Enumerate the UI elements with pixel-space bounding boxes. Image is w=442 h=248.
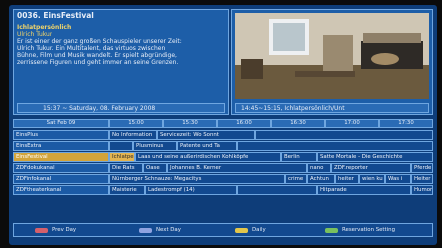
program-cell[interactable]: nano: [307, 163, 331, 173]
program-cell[interactable]: Die Rats: [109, 163, 143, 173]
program-cell[interactable]: Plusminus: [133, 141, 177, 151]
program-cell[interactable]: Humor: [411, 185, 433, 195]
description-line: Bühne, Film und Musik wandelt. Er spielt…: [17, 52, 177, 59]
channel-name[interactable]: EinsExtra: [13, 141, 109, 151]
legend-daily[interactable]: Daily: [252, 227, 266, 233]
channel-name[interactable]: EinsPlus: [13, 130, 109, 140]
description-line: Ulrich Tukur. Ein Multitalent, das virtu…: [17, 45, 166, 52]
program-cell[interactable]: ZDF.reporter: [331, 163, 411, 173]
program-cell[interactable]: wien ku: [359, 174, 385, 184]
program-cell[interactable]: Laas und seine außerirdischen Kohlköpfe: [135, 152, 281, 162]
program-cell-selected[interactable]: Ichlatper: [109, 152, 135, 162]
program-cell[interactable]: Oase: [143, 163, 167, 173]
time-slot: 17:30: [379, 119, 433, 128]
legend-reservation-setting[interactable]: Reservation Setting: [342, 227, 395, 233]
green-button-icon: [325, 228, 338, 233]
program-cell[interactable]: Achtun: [307, 174, 335, 184]
program-cell[interactable]: Nürnberger Schnauze: Megacitys: [109, 174, 285, 184]
program-cell[interactable]: Maisterie: [109, 185, 145, 195]
blue-button-icon: [139, 228, 152, 233]
program-cell[interactable]: [237, 185, 317, 195]
tv-bezel: 0036. EinsFestival Ichlatpersönlich Ulri…: [0, 0, 442, 248]
program-cell[interactable]: Berlin: [281, 152, 317, 162]
yellow-button-icon: [235, 228, 248, 233]
grid-date: Sat Feb 09: [13, 119, 109, 128]
program-title: Ichlatpersönlich: [17, 24, 72, 31]
program-cell[interactable]: Hitparade: [317, 185, 411, 195]
grid-spacer: [13, 196, 433, 220]
program-cell[interactable]: Ladestrompf (14): [145, 185, 237, 195]
time-slot: 17:00: [325, 119, 379, 128]
time-slot: 15:30: [163, 119, 217, 128]
channel-title: 0036. EinsFestival: [17, 12, 94, 19]
description-line: Er ist einer der ganz großen Schauspiele…: [17, 38, 182, 45]
epg-screen: 0036. EinsFestival Ichlatpersönlich Ulri…: [9, 5, 437, 245]
program-cell[interactable]: Was i: [385, 174, 411, 184]
description-line: zerrissene Figuren und geht immer an sei…: [17, 59, 179, 66]
program-cell[interactable]: Johannes B. Kerner: [167, 163, 307, 173]
channel-name[interactable]: ZDFdokukanal: [13, 163, 109, 173]
program-subtitle: Ulrich Tukur: [17, 31, 53, 38]
program-cell[interactable]: heiter: [335, 174, 359, 184]
legend-prev-day[interactable]: Prev Day: [52, 227, 76, 233]
program-cell[interactable]: [255, 130, 433, 140]
program-cell[interactable]: No Information: [109, 130, 157, 140]
time-range: 15:37 ~ Saturday, 08. February 2008: [43, 105, 156, 112]
legend-next-day[interactable]: Next Day: [156, 227, 181, 233]
program-cell[interactable]: Pferde: [411, 163, 433, 173]
time-slot: 16:00: [217, 119, 271, 128]
program-cell[interactable]: crime: [285, 174, 307, 184]
red-button-icon: [35, 228, 48, 233]
program-cell[interactable]: Patente und Ta: [177, 141, 237, 151]
program-cell[interactable]: Servicezeit: Wo Sonnt: [157, 130, 255, 140]
channel-name-selected[interactable]: EinsFestival: [13, 152, 109, 162]
channel-name[interactable]: ZDFinfokanal: [13, 174, 109, 184]
preview-caption: 14:45~15:15, Ichlatpersönlich/Unt: [241, 105, 345, 112]
program-cell[interactable]: Satte Mortale - Die Geschichte: [317, 152, 433, 162]
program-cell[interactable]: Heiter: [411, 174, 433, 184]
channel-name[interactable]: ZDFtheaterkanal: [13, 185, 109, 195]
program-cell[interactable]: [109, 141, 133, 151]
time-slot: 15:00: [109, 119, 163, 128]
live-preview-image: [235, 13, 429, 99]
program-cell[interactable]: [237, 141, 433, 151]
time-slot: 16:30: [271, 119, 325, 128]
